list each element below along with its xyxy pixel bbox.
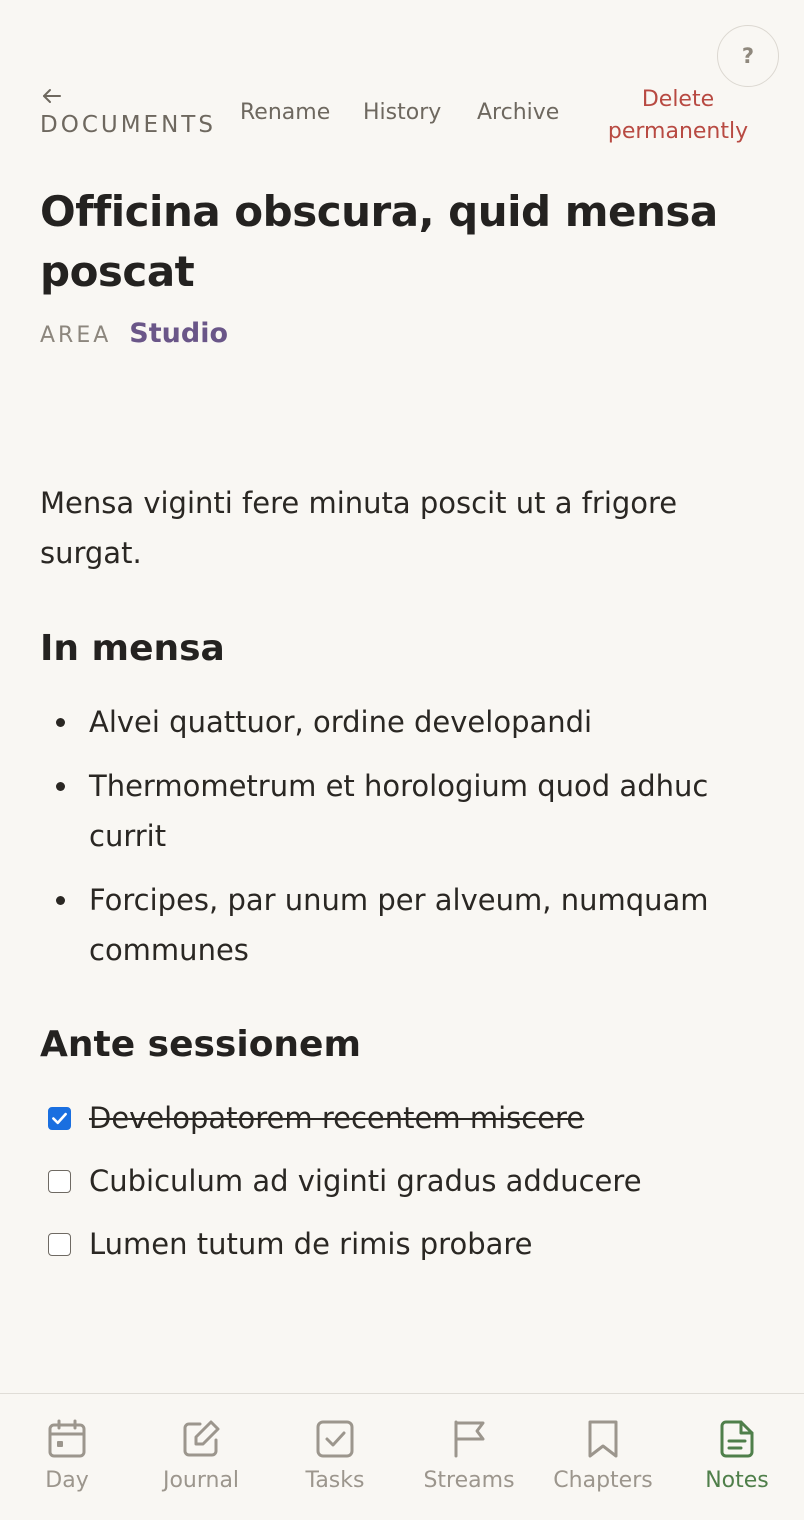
list-item-text: Alvei quattuor, ordine developandi	[89, 705, 593, 739]
task-checkbox[interactable]	[48, 1170, 71, 1193]
archive-button[interactable]: Archive	[477, 100, 559, 125]
task-item: Lumen tutum de rimis probare	[40, 1219, 770, 1269]
bullet-dot-icon	[56, 718, 65, 727]
back-to-documents-link[interactable]: DOCUMENTS	[40, 84, 216, 138]
task-text: Lumen tutum de rimis probare	[89, 1227, 533, 1261]
flag-icon	[454, 1420, 485, 1458]
task-checkbox[interactable]	[48, 1233, 71, 1256]
bullet-list: Alvei quattuor, ordine developandi Therm…	[40, 697, 770, 989]
arrow-left-icon	[43, 89, 61, 103]
tab-notes[interactable]: Notes	[670, 1394, 804, 1520]
checkbox-icon	[316, 1420, 354, 1458]
document-icon	[720, 1420, 754, 1458]
bullet-dot-icon	[56, 782, 65, 791]
tab-label: Streams	[423, 1468, 515, 1493]
bullet-dot-icon	[56, 896, 65, 905]
task-text: Developatorem recentem miscere	[89, 1101, 585, 1135]
help-button[interactable]: ?	[717, 25, 779, 87]
history-button[interactable]: History	[363, 100, 441, 125]
list-item: Forcipes, par unum per alveum, numquam c…	[40, 875, 770, 975]
tab-label: Notes	[705, 1468, 769, 1493]
section-heading-ante-sessionem: Ante sessionem	[40, 1024, 361, 1065]
tab-day[interactable]: Day	[0, 1394, 134, 1520]
task-item: Developatorem recentem miscere	[40, 1093, 770, 1143]
checkmark-icon	[52, 1112, 67, 1125]
calendar-icon	[48, 1419, 86, 1458]
area-row: AREA Studio	[40, 318, 228, 349]
tab-label: Day	[45, 1468, 89, 1493]
pencil-square-icon	[183, 1420, 220, 1457]
tab-label: Chapters	[553, 1468, 653, 1493]
tab-chapters[interactable]: Chapters	[536, 1394, 670, 1520]
list-item-text: Forcipes, par unum per alveum, numquam c…	[89, 883, 709, 967]
list-item: Alvei quattuor, ordine developandi	[40, 697, 770, 747]
page-title: Officina obscura, quid mensa poscat	[40, 187, 718, 296]
bookmark-icon	[588, 1420, 618, 1458]
area-link-studio[interactable]: Studio	[129, 318, 228, 349]
tab-tasks[interactable]: Tasks	[268, 1394, 402, 1520]
intro-paragraph: Mensa viginti fere minuta poscit ut a fr…	[40, 486, 678, 570]
tab-label: Tasks	[305, 1468, 365, 1493]
task-text: Cubiculum ad viginti gradus adducere	[89, 1164, 642, 1198]
area-label: AREA	[40, 323, 112, 348]
tab-streams[interactable]: Streams	[402, 1394, 536, 1520]
task-checklist: Developatorem recentem miscere Cubiculum…	[40, 1093, 770, 1282]
tab-journal[interactable]: Journal	[134, 1394, 268, 1520]
task-checkbox-checked[interactable]	[48, 1107, 71, 1130]
section-heading-in-mensa: In mensa	[40, 628, 225, 669]
list-item-text: Thermometrum et horologium quod adhuc cu…	[89, 769, 709, 853]
rename-button[interactable]: Rename	[240, 100, 330, 125]
task-item: Cubiculum ad viginti gradus adducere	[40, 1156, 770, 1206]
bottom-tab-bar: Day Journal Tasks Streams Chapters Notes	[0, 1393, 804, 1520]
back-label: DOCUMENTS	[40, 112, 216, 138]
delete-permanently-button[interactable]: Delete permanently	[598, 84, 758, 148]
tab-label: Journal	[162, 1468, 240, 1493]
help-button-label: ?	[741, 44, 755, 68]
list-item: Thermometrum et horologium quod adhuc cu…	[40, 761, 770, 861]
